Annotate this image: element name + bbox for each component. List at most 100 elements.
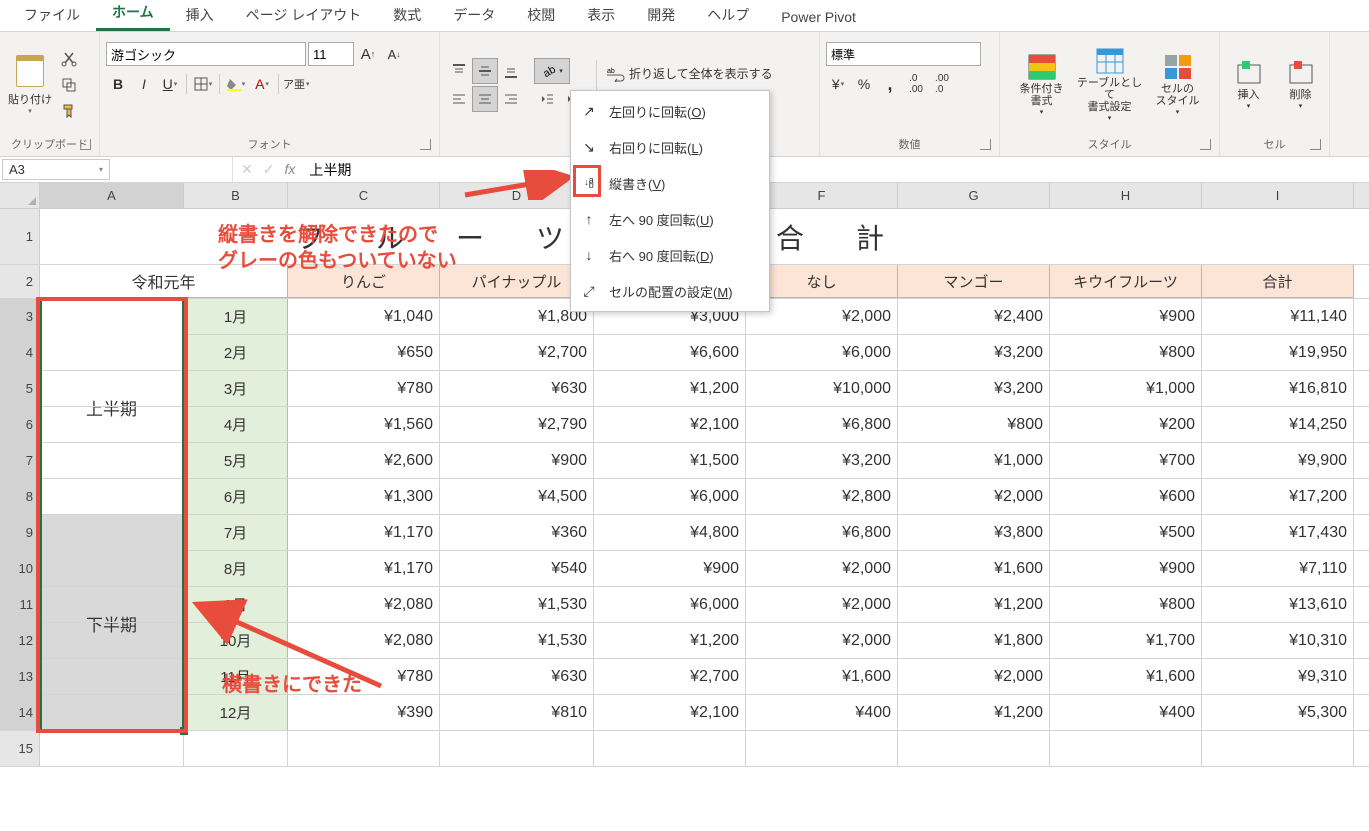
cell-E11[interactable]: ¥6,000 xyxy=(594,587,746,622)
cell-H9[interactable]: ¥500 xyxy=(1050,515,1202,550)
cell-C8[interactable]: ¥1,300 xyxy=(288,479,440,514)
cell-F13[interactable]: ¥1,600 xyxy=(746,659,898,694)
row-header-8[interactable]: 8 xyxy=(0,479,40,514)
comma-button[interactable]: , xyxy=(878,72,902,96)
cell-G14[interactable]: ¥1,200 xyxy=(898,695,1050,730)
cell-D7[interactable]: ¥900 xyxy=(440,443,594,478)
copy-button[interactable] xyxy=(58,74,80,96)
col-header-A[interactable]: A xyxy=(40,183,184,208)
borders-button[interactable]: ▾ xyxy=(191,72,215,96)
rotate-down-item[interactable]: ↓右へ 90 度回転(D) xyxy=(571,237,769,273)
row-header-7[interactable]: 7 xyxy=(0,443,40,478)
cell-month-9[interactable]: 7月 xyxy=(184,515,288,550)
cell-D4[interactable]: ¥2,700 xyxy=(440,335,594,370)
rotate-ccw-item[interactable]: ↗左回りに回転(O) xyxy=(571,93,769,129)
tab-home[interactable]: ホーム xyxy=(96,0,170,31)
cell-month-8[interactable]: 6月 xyxy=(184,479,288,514)
header-mango[interactable]: マンゴー xyxy=(898,265,1050,298)
cell-D11[interactable]: ¥1,530 xyxy=(440,587,594,622)
cell-D12[interactable]: ¥1,530 xyxy=(440,623,594,658)
cell-D15[interactable] xyxy=(440,731,594,766)
col-header-I[interactable]: I xyxy=(1202,183,1354,208)
font-color-button[interactable]: A▾ xyxy=(250,72,274,96)
name-box[interactable]: A3▾ xyxy=(2,159,110,180)
cell-H4[interactable]: ¥800 xyxy=(1050,335,1202,370)
phonetic-button[interactable]: ア亜▾ xyxy=(283,72,310,96)
vertical-text-item[interactable]: ↓ab縦書き(V) xyxy=(571,165,769,201)
align-middle-button[interactable] xyxy=(472,58,498,84)
font-size-select[interactable] xyxy=(308,42,354,66)
cell-month-6[interactable]: 4月 xyxy=(184,407,288,442)
increase-font-button[interactable]: A↑ xyxy=(356,42,380,66)
cell-month-10[interactable]: 8月 xyxy=(184,551,288,586)
cell-styles-button[interactable]: セルの スタイル▾ xyxy=(1152,53,1204,117)
cell-C6[interactable]: ¥1,560 xyxy=(288,407,440,442)
cell-F12[interactable]: ¥2,000 xyxy=(746,623,898,658)
tab-data[interactable]: データ xyxy=(437,0,511,31)
decrease-indent-button[interactable] xyxy=(534,86,560,112)
cell-E9[interactable]: ¥4,800 xyxy=(594,515,746,550)
cell-I11[interactable]: ¥13,610 xyxy=(1202,587,1354,622)
align-center-button[interactable] xyxy=(472,86,498,112)
cell-H5[interactable]: ¥1,000 xyxy=(1050,371,1202,406)
col-header-G[interactable]: G xyxy=(898,183,1050,208)
cell-B15[interactable] xyxy=(184,731,288,766)
cell-G7[interactable]: ¥1,000 xyxy=(898,443,1050,478)
row-header-6[interactable]: 6 xyxy=(0,407,40,442)
cell-H10[interactable]: ¥900 xyxy=(1050,551,1202,586)
table-format-button[interactable]: テーブルとして 書式設定▾ xyxy=(1076,47,1144,123)
cell-month-4[interactable]: 2月 xyxy=(184,335,288,370)
cell-C10[interactable]: ¥1,170 xyxy=(288,551,440,586)
select-all-corner[interactable] xyxy=(0,183,40,208)
cell-month-12[interactable]: 10月 xyxy=(184,623,288,658)
cell-F9[interactable]: ¥6,800 xyxy=(746,515,898,550)
cut-button[interactable] xyxy=(58,48,80,70)
align-right-button[interactable] xyxy=(498,86,524,112)
row-header-10[interactable]: 10 xyxy=(0,551,40,586)
cell-F15[interactable] xyxy=(746,731,898,766)
number-format-select[interactable] xyxy=(826,42,981,66)
cell-H15[interactable] xyxy=(1050,731,1202,766)
row-header-11[interactable]: 11 xyxy=(0,587,40,622)
formula-enter-icon[interactable]: ✓ xyxy=(263,161,275,178)
cell-E10[interactable]: ¥900 xyxy=(594,551,746,586)
align-bottom-button[interactable] xyxy=(498,58,524,84)
tab-review[interactable]: 校閲 xyxy=(511,0,571,31)
increase-decimal-button[interactable]: .0.00 xyxy=(904,72,928,96)
decrease-decimal-button[interactable]: .00.0 xyxy=(930,72,954,96)
row-header-9[interactable]: 9 xyxy=(0,515,40,550)
cell-I15[interactable] xyxy=(1202,731,1354,766)
cell-E7[interactable]: ¥1,500 xyxy=(594,443,746,478)
cell-C11[interactable]: ¥2,080 xyxy=(288,587,440,622)
row-header-1[interactable]: 1 xyxy=(0,209,40,264)
cell-H12[interactable]: ¥1,700 xyxy=(1050,623,1202,658)
cell-G3[interactable]: ¥2,400 xyxy=(898,299,1050,334)
row-header-13[interactable]: 13 xyxy=(0,659,40,694)
cell-H6[interactable]: ¥200 xyxy=(1050,407,1202,442)
row-header-2[interactable]: 2 xyxy=(0,265,40,298)
cell-month-5[interactable]: 3月 xyxy=(184,371,288,406)
cell-C5[interactable]: ¥780 xyxy=(288,371,440,406)
italic-button[interactable]: I xyxy=(132,72,156,96)
paste-button[interactable]: 貼り付け ▾ xyxy=(6,55,54,115)
cell-H11[interactable]: ¥800 xyxy=(1050,587,1202,622)
cell-month-3[interactable]: 1月 xyxy=(184,299,288,334)
tab-powerpivot[interactable]: Power Pivot xyxy=(765,1,872,31)
cell-month-11[interactable]: 9月 xyxy=(184,587,288,622)
col-header-C[interactable]: C xyxy=(288,183,440,208)
cell-D9[interactable]: ¥360 xyxy=(440,515,594,550)
cell-H14[interactable]: ¥400 xyxy=(1050,695,1202,730)
underline-button[interactable]: U▾ xyxy=(158,72,182,96)
cell-H7[interactable]: ¥700 xyxy=(1050,443,1202,478)
cell-C7[interactable]: ¥2,600 xyxy=(288,443,440,478)
align-left-button[interactable] xyxy=(446,86,472,112)
cell-month-7[interactable]: 5月 xyxy=(184,443,288,478)
tab-view[interactable]: 表示 xyxy=(571,0,631,31)
cell-I6[interactable]: ¥14,250 xyxy=(1202,407,1354,442)
cell-E15[interactable] xyxy=(594,731,746,766)
cell-D13[interactable]: ¥630 xyxy=(440,659,594,694)
col-header-B[interactable]: B xyxy=(184,183,288,208)
cell-C12[interactable]: ¥2,080 xyxy=(288,623,440,658)
cell-E4[interactable]: ¥6,600 xyxy=(594,335,746,370)
rotate-cw-item[interactable]: ↘右回りに回転(L) xyxy=(571,129,769,165)
